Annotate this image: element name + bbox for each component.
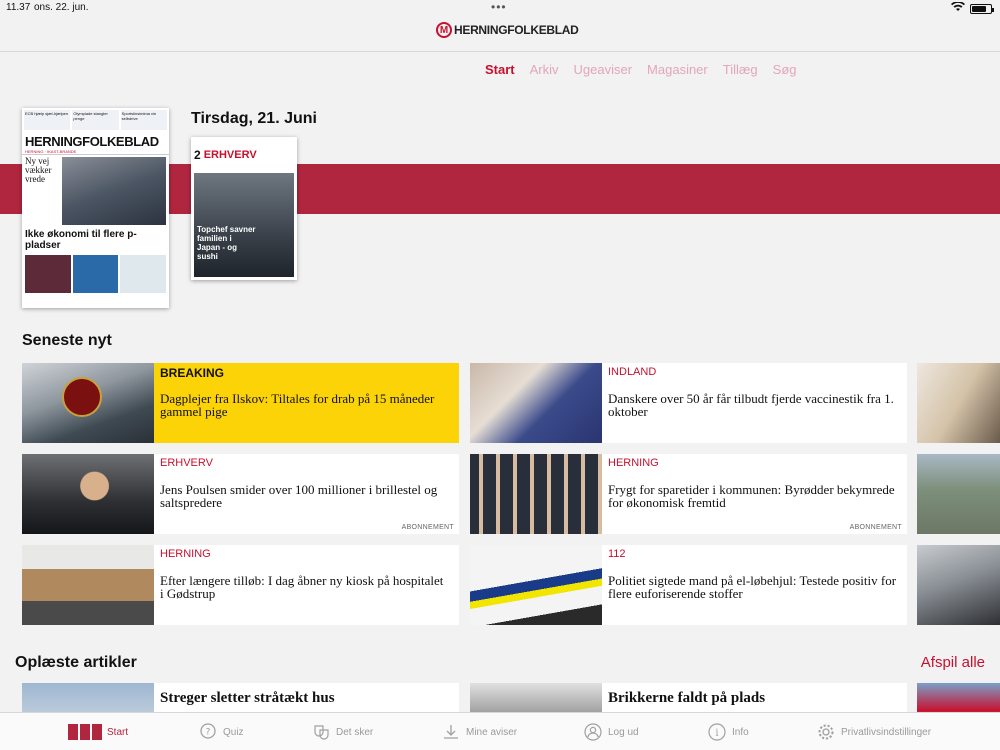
section-number: 2	[194, 148, 201, 162]
bottom-tab-bar: Start ? Quiz Det sker Mine aviser Log ud…	[0, 712, 1000, 750]
news-category: INDLAND	[608, 366, 657, 378]
news-headline: Frygt for sparetider i kommunen: Byrødde…	[608, 482, 895, 510]
play-all-button[interactable]: Afspil alle	[921, 654, 985, 671]
news-card[interactable]: HERNING Frygt for sparetider i kommunen:…	[470, 454, 907, 534]
section-caption: Topchef savner familien i Japan - og sus…	[197, 225, 256, 261]
news-image	[22, 454, 154, 534]
tabbar-label: Mine aviser	[466, 726, 518, 738]
news-headline: Efter længere tilløb: I dag åbner ny kio…	[160, 573, 444, 601]
user-icon	[583, 723, 603, 741]
tabbar-label: Log ud	[608, 726, 639, 738]
battery-icon	[970, 3, 994, 14]
news-image	[22, 363, 154, 443]
tabbar-mine-aviser[interactable]: Mine aviser	[441, 723, 517, 741]
app-header: M HERNINGFOLKEBLAD	[0, 16, 1000, 52]
news-category: ERHVERV	[160, 457, 213, 469]
subscription-badge: ABONNEMENT	[401, 524, 454, 531]
news-card-peek[interactable]	[917, 454, 1000, 534]
tab-tillaeg[interactable]: Tillæg	[723, 62, 758, 77]
news-headline: Politiet sigtede mand på el-løbehjul: Te…	[608, 573, 897, 601]
tab-ugeaviser[interactable]: Ugeaviser	[574, 62, 633, 77]
news-headline: Jens Poulsen smider over 100 millioner i…	[160, 482, 438, 510]
todays-paper-cover[interactable]: ECB hjælp sjæl-hjælpen Olympiade stangle…	[22, 108, 169, 308]
tabbar-label: Det sker	[336, 726, 374, 738]
tabbar-det-sker[interactable]: Det sker	[311, 723, 373, 741]
news-image	[470, 363, 602, 443]
cover-lead: Ny vej vækker vrede	[25, 156, 52, 184]
tabbar-label: Quiz	[223, 726, 244, 738]
news-card-peek[interactable]	[917, 545, 1000, 625]
svg-text:i: i	[715, 728, 718, 739]
news-category: HERNING	[160, 548, 211, 560]
news-image	[470, 454, 602, 534]
news-image	[470, 545, 602, 625]
tabbar-label: Privatlivsindstillinger	[841, 726, 932, 738]
tabbar-privatlivsindstillinger[interactable]: Privatlivsindstillinger	[816, 723, 931, 741]
latest-news-title: Seneste nyt	[22, 332, 112, 349]
news-category: HERNING	[608, 457, 659, 469]
svg-text:?: ?	[206, 728, 211, 738]
news-card[interactable]: BREAKING Dagplejer fra Ilskov: Tiltales …	[22, 363, 459, 443]
battery-level	[972, 5, 987, 12]
newspaper-icon	[68, 723, 102, 741]
tab-soeg[interactable]: Søg	[773, 62, 797, 77]
cover-masthead: HERNINGFOLKEBLAD	[25, 134, 159, 149]
read-articles-title: Oplæste artikler	[15, 654, 137, 671]
tabbar-info[interactable]: i Info	[707, 723, 749, 741]
section-label: ERHVERV	[203, 149, 257, 161]
cover-lead-block: Ny vej vækker vrede	[22, 155, 169, 227]
tabbar-label: Info	[732, 726, 749, 738]
download-icon	[441, 723, 461, 741]
cover-top-strip: ECB hjælp sjæl-hjælpen Olympiade stangle…	[22, 108, 169, 132]
tab-magasiner[interactable]: Magasiner	[647, 62, 708, 77]
tabbar-log-ud[interactable]: Log ud	[583, 723, 639, 741]
tabbar-label: Start	[107, 726, 129, 738]
news-image	[22, 545, 154, 625]
news-card[interactable]: INDLAND Danskere over 50 år får tilbudt …	[470, 363, 907, 443]
subscription-badge: ABONNEMENT	[849, 524, 902, 531]
cover-teaser: ECB hjælp sjæl-hjælpen	[24, 110, 71, 130]
news-category: BREAKING	[160, 366, 225, 380]
news-card[interactable]: ERHVERV Jens Poulsen smider over 100 mil…	[22, 454, 459, 534]
news-category: 112	[608, 548, 626, 560]
cover-teaser: Sportslinsimima vin selbdrive	[120, 110, 167, 130]
quiz-icon: ?	[198, 723, 218, 741]
info-icon: i	[707, 723, 727, 741]
news-card-peek[interactable]	[917, 363, 1000, 443]
masks-icon	[311, 723, 331, 741]
status-bar: 11.37 ons. 22. jun. •••	[0, 0, 1000, 16]
logo-mark: M	[436, 22, 452, 38]
wifi-icon	[951, 1, 965, 15]
edition-date: Tirsdag, 21. Juni	[191, 110, 317, 127]
section-paper-cover[interactable]: 2 ERHVERV Topchef savner familien i Japa…	[191, 137, 297, 280]
tabbar-quiz[interactable]: ? Quiz	[198, 723, 244, 741]
gear-icon	[816, 723, 836, 741]
status-date: ons. 22. jun.	[34, 2, 89, 13]
tabbar-start[interactable]: Start	[68, 723, 128, 741]
read-article-headline: Streger sletter stråtækt hus	[160, 690, 335, 706]
multitask-dots-icon[interactable]: •••	[491, 0, 507, 14]
status-time: 11.37	[6, 2, 31, 13]
cover-headline: Ikke økonomi til flere p-pladser	[25, 229, 137, 251]
cover-photo	[62, 157, 166, 225]
top-navigation: Start Arkiv Ugeaviser Magasiner Tillæg S…	[485, 62, 797, 77]
tab-start[interactable]: Start	[485, 62, 515, 77]
logo[interactable]: M HERNINGFOLKEBLAD	[436, 22, 579, 38]
news-headline: Dagplejer fra Ilskov: Tiltales for drab …	[160, 391, 435, 419]
cover-teaser: Olympiade stangler penge	[72, 110, 119, 130]
news-card[interactable]: 112 Politiet sigtede mand på el-løbehjul…	[470, 545, 907, 625]
read-article-headline: Brikkerne faldt på plads	[608, 690, 766, 706]
news-card[interactable]: HERNING Efter længere tilløb: I dag åbne…	[22, 545, 459, 625]
cover-tiles	[22, 253, 169, 295]
news-headline: Danskere over 50 år får tilbudt fjerde v…	[608, 391, 894, 419]
tab-arkiv[interactable]: Arkiv	[530, 62, 559, 77]
section-paper-header: 2 ERHVERV	[191, 137, 297, 173]
logo-text: HERNINGFOLKEBLAD	[454, 23, 579, 37]
status-right	[951, 1, 994, 15]
